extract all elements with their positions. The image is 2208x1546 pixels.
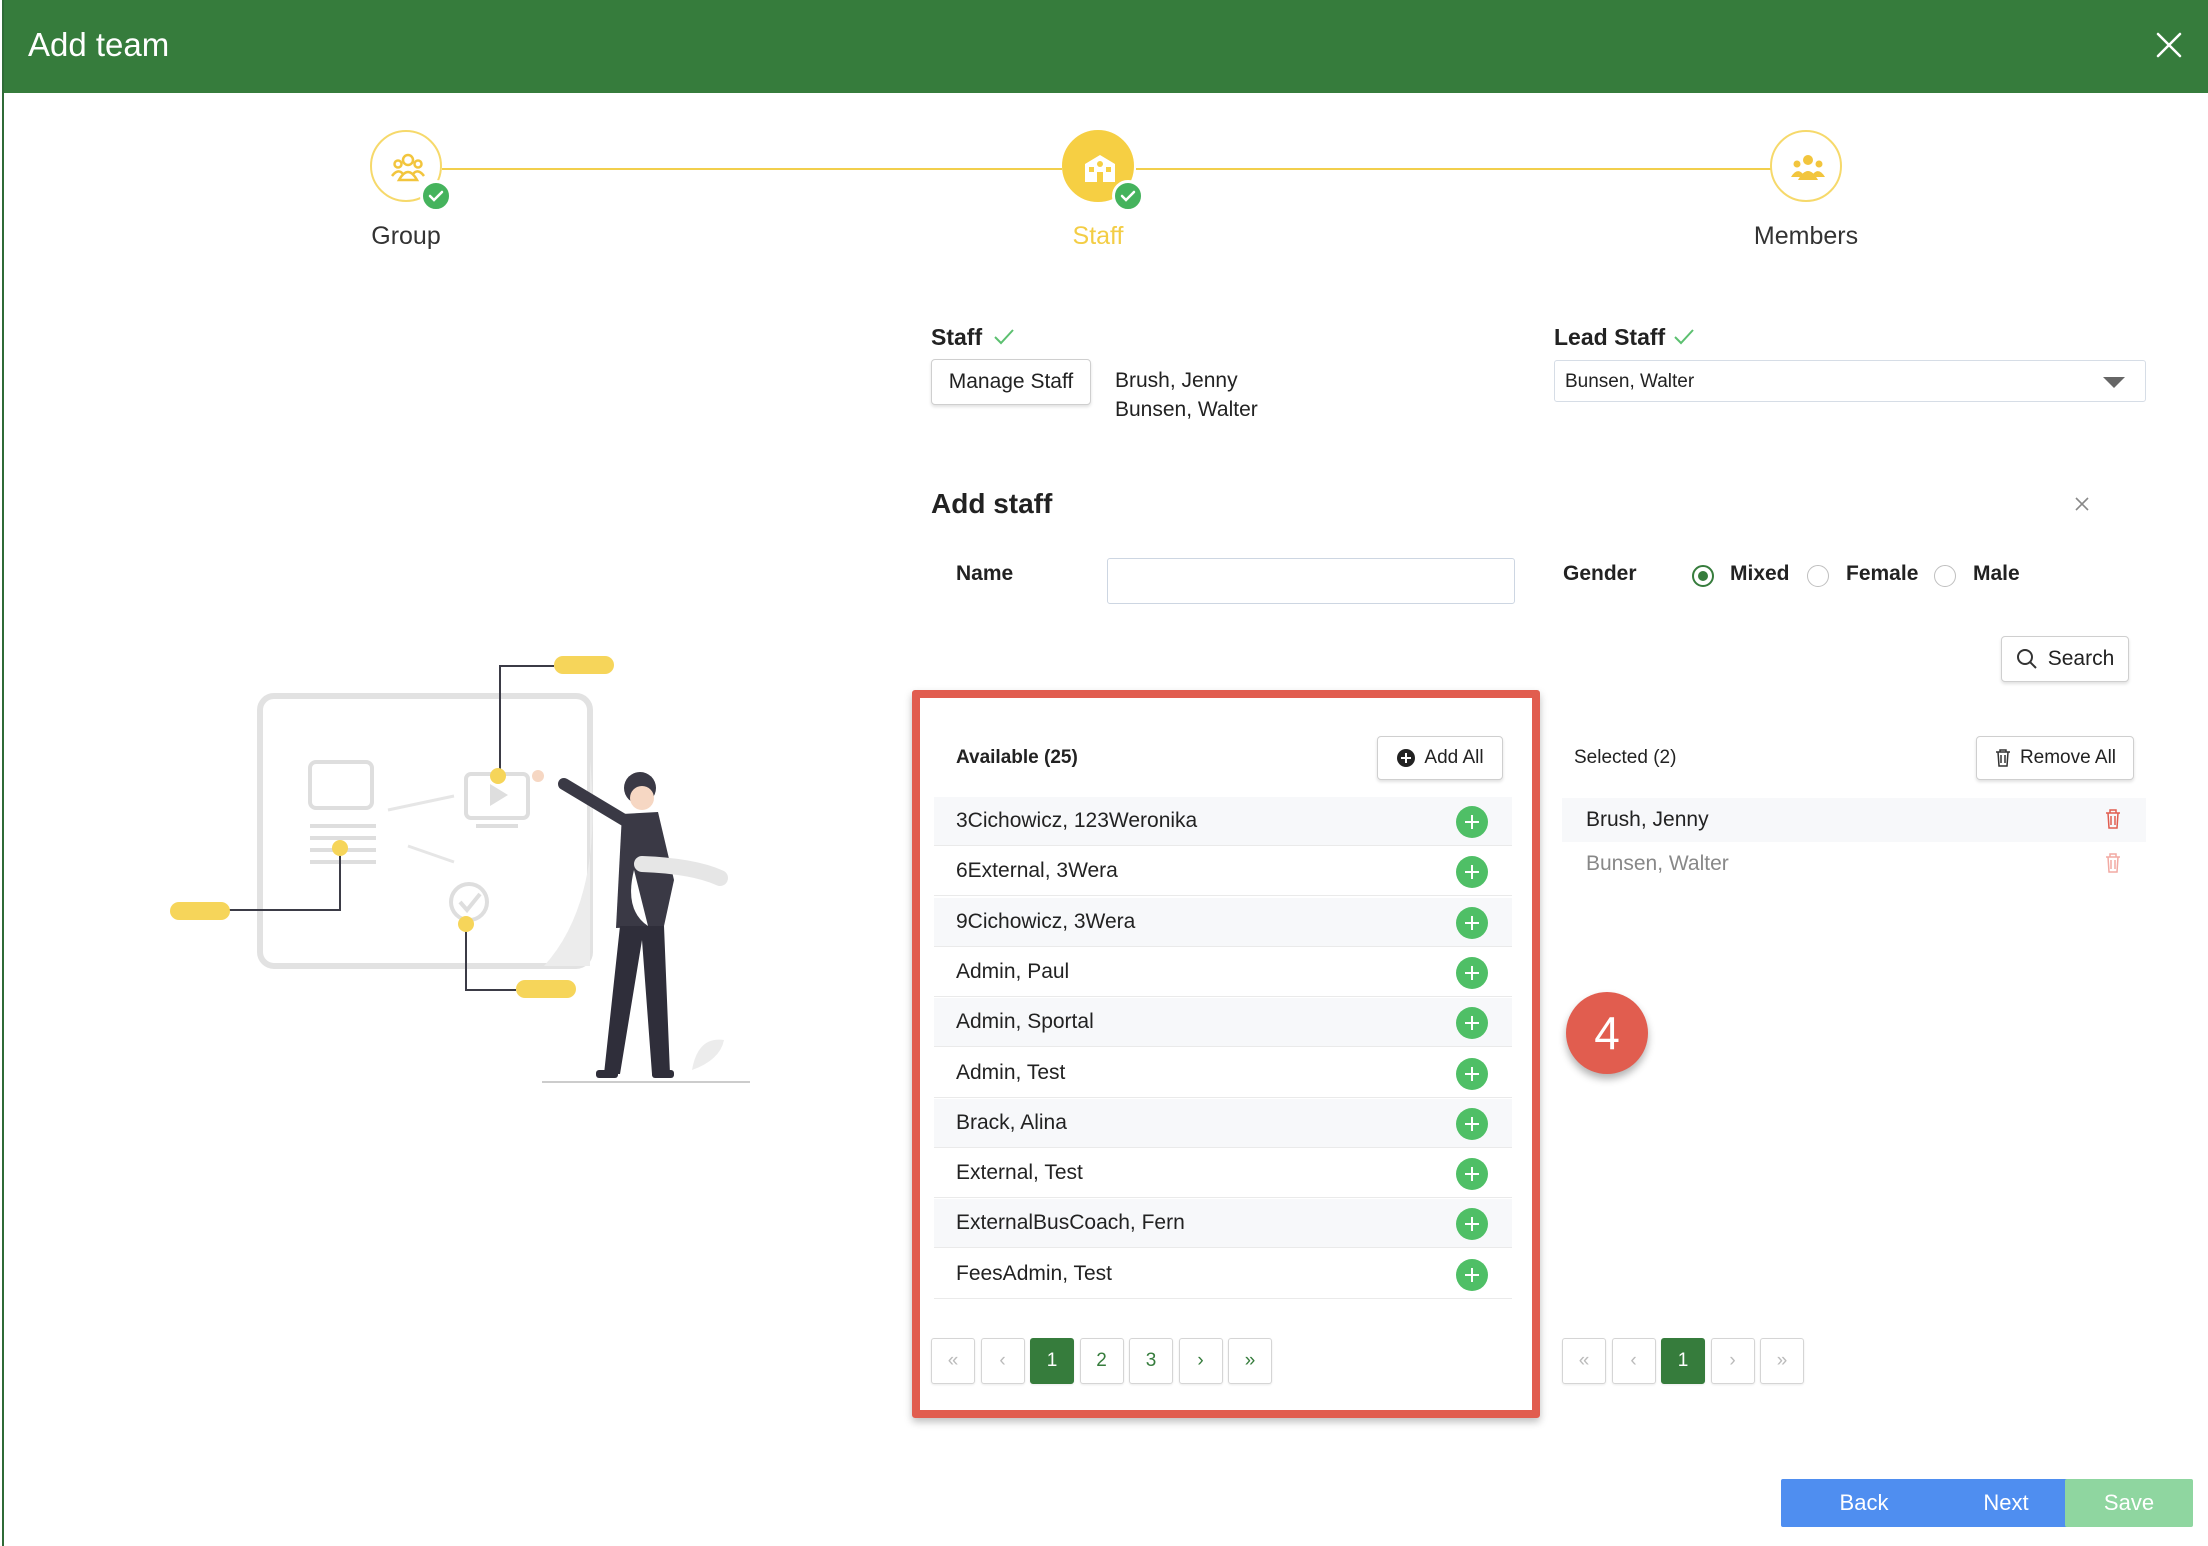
available-item: Admin, Sportal <box>934 998 1512 1048</box>
available-item-name: 9Cichowicz, 3Wera <box>956 909 1136 933</box>
lead-staff-valid-check-icon <box>1674 329 1694 345</box>
selected-item: Bunsen, Walter <box>1562 842 2146 886</box>
staff-label: Staff <box>931 324 983 350</box>
modal-header: Add team <box>4 0 2208 93</box>
step-label-staff: Staff <box>1072 222 1124 250</box>
name-label: Name <box>956 562 1014 585</box>
add-icon[interactable] <box>1456 806 1488 838</box>
add-all-button[interactable]: Add All <box>1377 736 1503 780</box>
add-icon[interactable] <box>1456 956 1488 989</box>
step-members[interactable] <box>1770 130 1842 202</box>
available-item-name: FeesAdmin, Test <box>956 1261 1113 1285</box>
available-item: 3Cichowicz, 123Weronika <box>934 797 1512 846</box>
lead-staff-selected: Bunsen, Walter <box>1565 371 1695 392</box>
available-item-name: ExternalBusCoach, Fern <box>956 1211 1185 1235</box>
available-item: FeesAdmin, Test <box>934 1250 1512 1299</box>
step-label-group: Group <box>371 222 441 250</box>
step-group[interactable] <box>370 130 452 212</box>
available-item-name: Admin, Paul <box>956 959 1070 983</box>
trash-icon[interactable] <box>2104 808 2122 830</box>
assigned-staff-1: Brush, Jenny <box>1115 369 1238 392</box>
add-icon[interactable] <box>1456 1258 1488 1291</box>
selected-item: Brush, Jenny <box>1562 798 2146 842</box>
lead-staff-select[interactable]: Bunsen, Walter <box>1554 360 2146 402</box>
next-button[interactable]: Next <box>1924 1479 2088 1527</box>
available-item: 9Cichowicz, 3Wera <box>934 897 1512 947</box>
manage-staff-button[interactable]: Manage Staff <box>931 359 1091 405</box>
available-item: External, Test <box>934 1149 1512 1199</box>
add-icon[interactable] <box>1456 856 1488 889</box>
close-icon[interactable] <box>2152 28 2186 62</box>
available-page-0[interactable]: « <box>931 1338 975 1384</box>
trash-icon[interactable] <box>2104 852 2122 874</box>
step-connector-1 <box>442 168 1062 170</box>
save-button[interactable]: Save <box>2065 1479 2193 1527</box>
add-icon[interactable] <box>1456 1208 1488 1241</box>
available-item-name: 3Cichowicz, 123Weronika <box>956 809 1198 832</box>
add-icon[interactable] <box>1456 1158 1488 1191</box>
lead-staff-label: Lead Staff <box>1554 324 1666 350</box>
selected-page-1[interactable]: ‹ <box>1611 1338 1656 1384</box>
available-item: ExternalBusCoach, Fern <box>934 1199 1512 1249</box>
available-page-5[interactable]: › <box>1178 1338 1223 1384</box>
gender-radio-mixed[interactable] <box>1692 565 1714 587</box>
available-item: 6External, 3Wera <box>934 847 1512 897</box>
available-item-name: Admin, Sportal <box>956 1010 1094 1034</box>
available-item-name: Admin, Test <box>956 1060 1066 1084</box>
available-item: Admin, Test <box>934 1049 1512 1098</box>
selected-page-2[interactable]: 1 <box>1661 1338 1705 1384</box>
trash-icon <box>1995 749 2010 767</box>
available-header: Available (25) <box>956 747 1078 768</box>
annotation-step-badge: 4 <box>1566 992 1648 1074</box>
team-illustration <box>170 656 750 1083</box>
gender-option-mixed: Mixed <box>1730 562 1790 585</box>
selected-header: Selected (2) <box>1574 747 1677 768</box>
available-item: Brack, Alina <box>934 1098 1512 1148</box>
selected-page-4[interactable]: » <box>1760 1338 1804 1384</box>
selected-page-3[interactable]: › <box>1710 1338 1755 1384</box>
check-icon <box>420 180 452 212</box>
available-page-4[interactable]: 3 <box>1129 1338 1173 1384</box>
available-item-name: 6External, 3Wera <box>956 859 1118 883</box>
available-page-6[interactable]: » <box>1228 1338 1272 1384</box>
available-page-2[interactable]: 1 <box>1030 1338 1074 1384</box>
add-staff-title: Add staff <box>931 488 1053 519</box>
gender-option-male: Male <box>1973 562 2020 585</box>
name-input[interactable] <box>1107 558 1515 604</box>
step-connector-2 <box>1136 168 1772 170</box>
close-icon[interactable] <box>2074 496 2090 512</box>
available-item-name: External, Test <box>956 1161 1083 1185</box>
chevron-down-icon <box>2103 377 2125 388</box>
users-icon <box>1791 155 1825 180</box>
gender-radio-female[interactable] <box>1807 565 1829 587</box>
step-staff[interactable] <box>1062 130 1144 212</box>
add-icon[interactable] <box>1456 1007 1488 1040</box>
selected-item-name: Bunsen, Walter <box>1586 852 1729 875</box>
modal-title: Add team <box>28 26 170 63</box>
remove-all-button[interactable]: Remove All <box>1976 736 2134 780</box>
school-icon <box>1085 155 1115 182</box>
add-icon[interactable] <box>1456 1107 1488 1140</box>
plus-circle-icon <box>1397 749 1416 767</box>
step-label-members: Members <box>1753 222 1859 250</box>
check-icon <box>1112 180 1144 212</box>
staff-valid-check-icon <box>994 329 1014 345</box>
search-icon <box>2016 649 2037 669</box>
available-item: Admin, Paul <box>934 948 1512 997</box>
add-icon[interactable] <box>1456 906 1488 939</box>
available-page-3[interactable]: 2 <box>1079 1338 1124 1384</box>
assigned-staff-2: Bunsen, Walter <box>1115 398 1258 421</box>
available-item-name: Brack, Alina <box>956 1110 1067 1134</box>
add-icon[interactable] <box>1456 1057 1488 1090</box>
back-button[interactable]: Back <box>1781 1479 1947 1527</box>
users-icon <box>391 153 425 182</box>
gender-radio-male[interactable] <box>1934 565 1956 587</box>
add-team-modal: Add team Group Staff Members Staff Manag… <box>2 0 2208 1546</box>
gender-option-female: Female <box>1846 562 1919 585</box>
gender-label: Gender <box>1563 562 1637 585</box>
search-button[interactable]: Search <box>2001 636 2129 682</box>
available-page-1[interactable]: ‹ <box>980 1338 1025 1384</box>
selected-item-name: Brush, Jenny <box>1586 808 1709 831</box>
selected-page-0[interactable]: « <box>1562 1338 1606 1384</box>
